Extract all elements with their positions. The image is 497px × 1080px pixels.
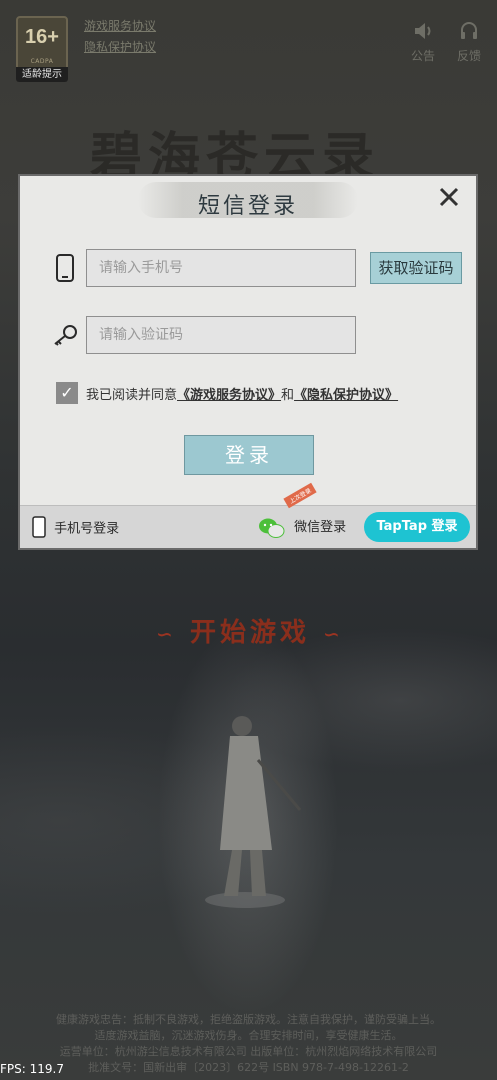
login-options-bar: 手机号登录 上次登录 微信登录 TapTap 登录 bbox=[20, 482, 476, 548]
get-code-button[interactable]: 获取验证码 bbox=[370, 252, 462, 284]
small-phone-icon bbox=[32, 516, 46, 542]
login-button[interactable]: 登录 bbox=[184, 435, 314, 475]
phone-login-label: 手机号登录 bbox=[54, 521, 120, 537]
top-links: 游戏服务协议 隐私保护协议 bbox=[84, 16, 156, 58]
phone-input[interactable]: 请输入手机号 bbox=[86, 249, 356, 287]
health-notice: 健康游戏忠告：抵制不良游戏，拒绝盗版游戏。注意自我保护，谨防受骗上当。 适度游戏… bbox=[0, 1012, 497, 1076]
phone-icon bbox=[56, 254, 74, 286]
age-tip-label: 适龄提示 bbox=[16, 67, 68, 82]
code-input[interactable]: 请输入验证码 bbox=[86, 316, 356, 354]
headset-icon bbox=[452, 20, 486, 47]
notice-line-2: 适度游戏益脑，沉迷游戏伤身。合理安排时间，享受健康生活。 bbox=[94, 1029, 403, 1042]
key-icon bbox=[52, 324, 78, 350]
notice-button[interactable]: 公告 bbox=[406, 20, 440, 64]
speaker-icon bbox=[406, 20, 440, 47]
age-rating: 16+ bbox=[25, 26, 59, 48]
notice-line-3: 运营单位：杭州游尘信息技术有限公司 出版单位：杭州烈焰网络技术有限公司 bbox=[59, 1045, 438, 1058]
taptap-login-button[interactable]: TapTap 登录 bbox=[364, 512, 470, 542]
notice-label: 公告 bbox=[410, 49, 435, 63]
agree-checkbox[interactable]: ✓ bbox=[56, 382, 78, 404]
notice-line-4: 批准文号：国新出审〔2023〕622号 ISBN 978-7-498-12261… bbox=[88, 1061, 409, 1074]
service-agreement-link[interactable]: 游戏服务协议 bbox=[84, 16, 156, 37]
right-swirl-icon: ∽ bbox=[323, 622, 344, 646]
agree-and: 和 bbox=[281, 388, 295, 403]
terms-link[interactable]: 《游戏服务协议》 bbox=[177, 388, 281, 403]
dialog-title: 短信登录 bbox=[197, 194, 298, 219]
privacy-link[interactable]: 《隐私保护协议》 bbox=[294, 388, 398, 403]
feedback-button[interactable]: 反馈 bbox=[452, 20, 486, 64]
fps-counter: FPS: 119.7 bbox=[0, 1062, 64, 1076]
last-login-badge: 上次登录 bbox=[283, 482, 317, 509]
feedback-label: 反馈 bbox=[456, 49, 481, 63]
close-icon[interactable] bbox=[436, 186, 462, 212]
notice-line-1: 健康游戏忠告：抵制不良游戏，拒绝盗版游戏。注意自我保护，谨防受骗上当。 bbox=[56, 1013, 441, 1026]
age-rating-badge[interactable]: 16+ CADPA 适龄提示 bbox=[16, 16, 68, 82]
start-game-button[interactable]: ∽ 开始游戏 ∽ bbox=[128, 612, 372, 648]
privacy-agreement-link[interactable]: 隐私保护协议 bbox=[84, 37, 156, 58]
agreement-text: 我已阅读并同意《游戏服务协议》和《隐私保护协议》 bbox=[86, 384, 398, 403]
left-swirl-icon: ∽ bbox=[156, 622, 177, 646]
sms-login-dialog: 短信登录 请输入手机号 获取验证码 请输入验证码 ✓ 我已阅读并同意《游戏服务协… bbox=[18, 174, 478, 550]
wechat-login-option[interactable]: 微信登录 bbox=[258, 516, 346, 539]
start-game-label: 开始游戏 bbox=[189, 618, 310, 648]
wechat-icon bbox=[258, 517, 286, 539]
age-rating-org: CADPA bbox=[30, 58, 54, 65]
agree-prefix: 我已阅读并同意 bbox=[86, 388, 178, 403]
character-figure bbox=[205, 716, 302, 908]
phone-login-option[interactable]: 手机号登录 bbox=[32, 516, 119, 542]
wechat-login-label: 微信登录 bbox=[294, 520, 347, 535]
